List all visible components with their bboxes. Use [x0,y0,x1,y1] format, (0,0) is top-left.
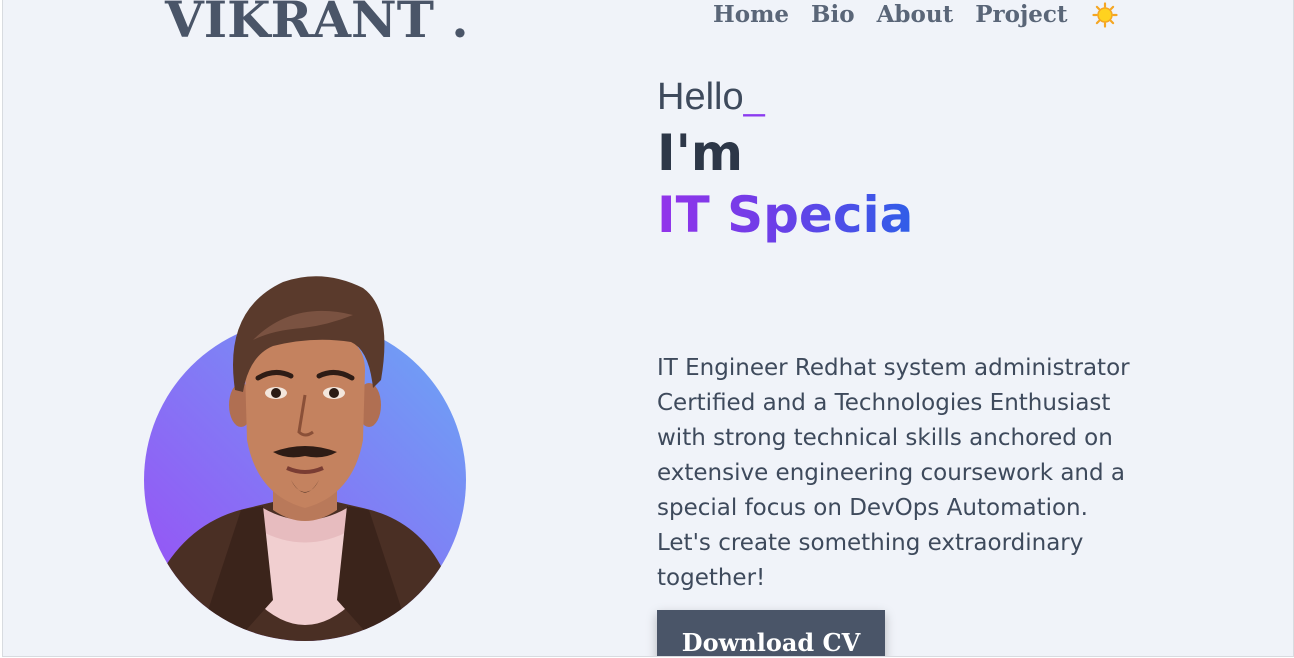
role-text: IT Specia [657,186,914,244]
nav-project[interactable]: Project [975,0,1067,30]
typing-cursor: _ [743,76,765,118]
nav-bio[interactable]: Bio [811,0,855,30]
page-frame: VIKRANT . Home Bio About Project Hello_ … [2,0,1294,657]
hero-heading-block: Hello_ I'm IT Specia [657,74,1137,246]
intro-text: I'm [657,124,744,182]
avatar [123,270,483,656]
bio-paragraph: IT Engineer Redhat system administrator … [657,355,1130,591]
site-logo[interactable]: VIKRANT . [165,0,469,49]
sun-icon[interactable] [1091,2,1118,28]
nav-home[interactable]: Home [713,0,789,30]
download-cv-button[interactable]: Download CV [657,610,885,656]
greeting-text: Hello [657,76,744,118]
nav-about[interactable]: About [877,0,954,30]
greeting-line: Hello_ [657,74,1137,120]
main-nav: Home Bio About Project [713,0,1118,30]
